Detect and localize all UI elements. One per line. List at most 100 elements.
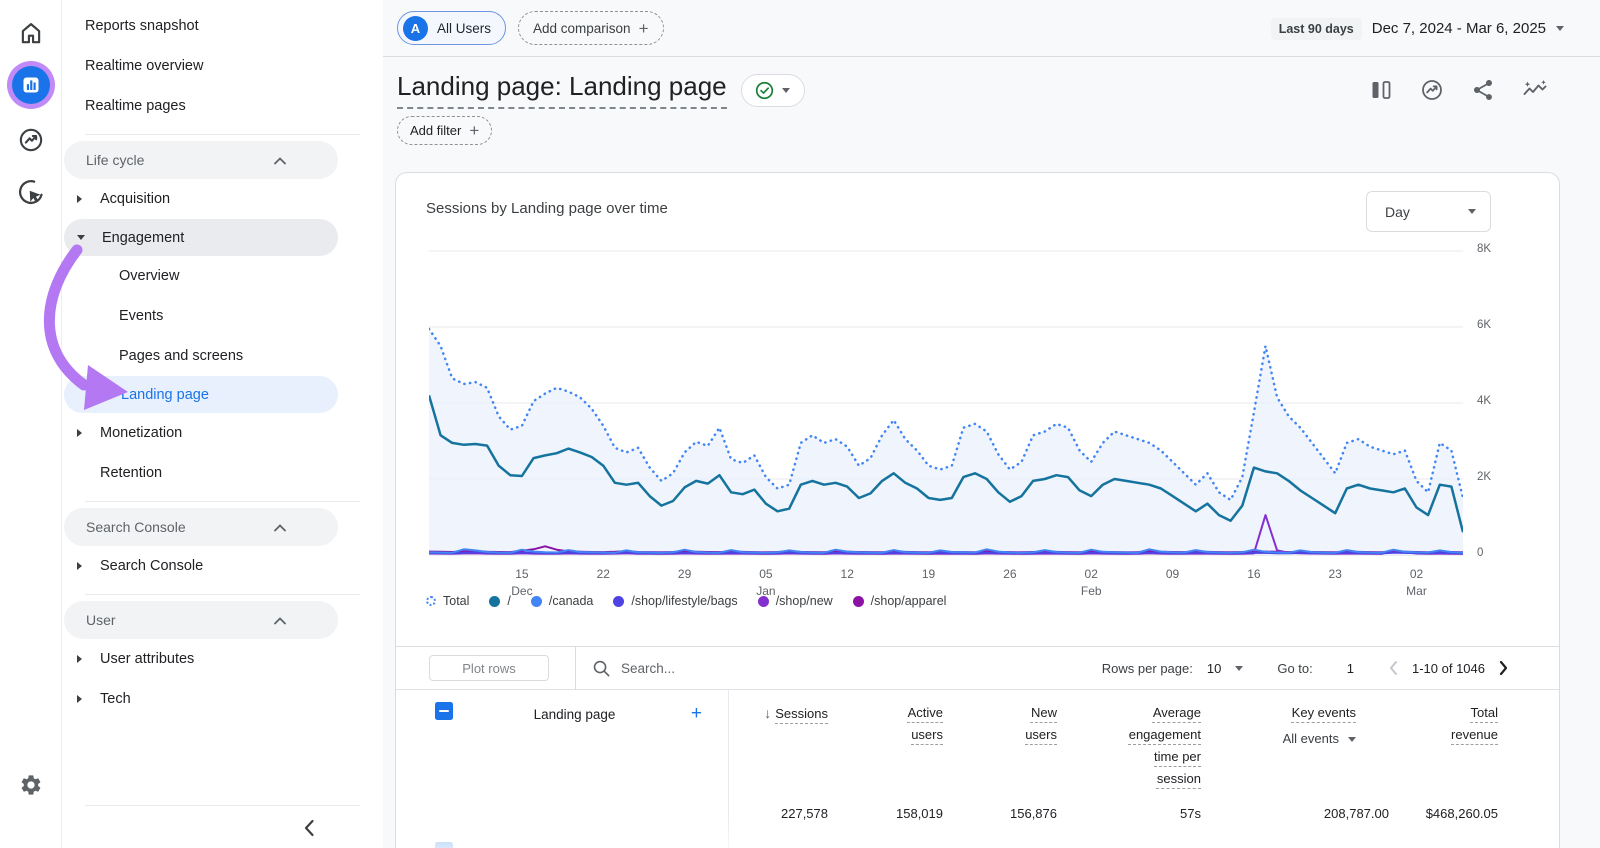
plus-icon: +	[469, 121, 480, 140]
legend-dotted-ring-icon	[426, 596, 436, 606]
report-card: Sessions by Landing page over time Day 0…	[395, 172, 1560, 848]
add-filter-button[interactable]: Add filter +	[397, 116, 493, 145]
legend-item[interactable]: /canada	[530, 594, 593, 608]
x-tick-label: 09	[1165, 567, 1180, 581]
legend-item[interactable]: /shop/apparel	[852, 594, 947, 608]
total-revenue-header[interactable]: Total revenue	[1389, 702, 1498, 746]
x-tick-label: 22	[596, 567, 610, 581]
legend-label: /shop/apparel	[870, 594, 947, 608]
legend-label: /shop/lifestyle/bags	[631, 594, 738, 608]
new-users-header[interactable]: New users	[943, 702, 1057, 746]
sidebar-item-monetization[interactable]: Monetization	[62, 413, 383, 453]
x-tick-label: 16	[1247, 567, 1261, 581]
sessions-header[interactable]: ↓ Sessions	[728, 702, 828, 726]
share-icon[interactable]	[1471, 78, 1495, 102]
sidebar-collapse-button[interactable]	[62, 808, 383, 848]
granularity-dropdown[interactable]: Day	[1366, 191, 1491, 232]
sidebar-item-user-attributes[interactable]: User attributes	[62, 639, 383, 679]
section-header-life-cycle[interactable]: Life cycle	[64, 141, 338, 179]
table-totals-row: 227,578 158,019 156,876 57s 208,787.00 $…	[429, 806, 1498, 830]
key-events-header[interactable]: Key events All events	[1201, 702, 1389, 750]
header-checkbox-cell	[429, 702, 491, 720]
y-tick-label: 2K	[1477, 471, 1492, 483]
chevron-up-icon	[274, 152, 286, 168]
ab-compare-icon[interactable]	[1369, 78, 1393, 102]
select-all-checkbox[interactable]	[435, 702, 453, 720]
next-page-icon[interactable]	[1499, 660, 1509, 676]
settings-gear-icon[interactable]	[0, 770, 62, 800]
check-circle-icon	[756, 81, 774, 99]
add-comparison-button[interactable]: Add comparison +	[518, 11, 664, 45]
row-checkbox[interactable]	[435, 842, 453, 848]
sessions-line-chart[interactable]	[427, 246, 1465, 558]
legend-item[interactable]: Total	[426, 594, 469, 608]
table-search	[592, 659, 921, 678]
x-tick-label: 26	[1003, 567, 1017, 581]
caret-right-icon	[77, 195, 82, 203]
goto-page-value[interactable]: 1	[1347, 661, 1354, 676]
sidebar-item-pages-and-screens[interactable]: Pages and screens	[62, 336, 383, 376]
active-users-header[interactable]: Active users	[828, 702, 943, 746]
caret-right-icon	[77, 695, 82, 703]
sparkline-insights-icon[interactable]	[1522, 78, 1548, 102]
insights-icon[interactable]	[1420, 78, 1444, 102]
rows-per-page-value[interactable]: 10	[1207, 661, 1221, 676]
divider	[85, 805, 360, 806]
avg-engagement-header[interactable]: Average engagement time per session	[1057, 702, 1201, 790]
chart-legend: Total / /canada/shop/lifestyle/bags/shop/n…	[426, 594, 946, 608]
chart-title: Sessions by Landing page over time	[426, 200, 668, 217]
sidebar-item-reports-snapshot[interactable]: Reports snapshot	[62, 6, 383, 46]
reports-sidebar: Reports snapshot Realtime overview Realt…	[62, 0, 383, 848]
plot-rows-button[interactable]: Plot rows	[429, 655, 549, 681]
explore-icon[interactable]	[0, 124, 62, 156]
reports-icon[interactable]	[0, 60, 62, 110]
plus-icon: +	[638, 18, 649, 38]
legend-dot-icon	[757, 595, 769, 607]
report-title-row: Landing page: Landing page	[397, 71, 805, 109]
sidebar-item-search-console[interactable]: Search Console	[62, 546, 383, 586]
sidebar-item-acquisition[interactable]: Acquisition	[62, 179, 383, 219]
key-events-filter[interactable]: All events	[1283, 728, 1356, 750]
sidebar-item-overview[interactable]: Overview	[62, 256, 383, 296]
caret-down-icon[interactable]	[1235, 665, 1244, 671]
y-tick-label: 6K	[1477, 319, 1492, 331]
totals-new-users: 156,876	[1010, 806, 1057, 821]
app-icon-rail	[0, 0, 62, 848]
search-input[interactable]	[621, 660, 921, 676]
sidebar-item-events[interactable]: Events	[62, 296, 383, 336]
table-row	[429, 842, 491, 848]
previous-page-icon[interactable]	[1388, 660, 1398, 676]
x-tick-label: 02 Mar	[1406, 567, 1427, 599]
caret-right-icon	[77, 655, 82, 663]
legend-dot-icon	[489, 595, 501, 607]
section-header-user[interactable]: User	[64, 601, 338, 639]
divider	[85, 134, 360, 135]
home-icon[interactable]	[0, 18, 62, 48]
x-tick-label: 12	[840, 567, 854, 581]
legend-item[interactable]: /	[489, 594, 511, 608]
y-tick-label: 8K	[1477, 243, 1492, 255]
advertising-icon[interactable]	[0, 175, 62, 209]
sidebar-item-realtime-pages[interactable]: Realtime pages	[62, 86, 383, 126]
sidebar-item-engagement[interactable]: Engagement	[64, 219, 338, 256]
sidebar-item-landing-page[interactable]: Landing page	[64, 376, 338, 413]
pagination-range: 1-10 of 1046	[1411, 660, 1485, 676]
comparison-bar: A All Users Add comparison + Last 90 day…	[383, 0, 1600, 57]
legend-item[interactable]: /shop/new	[757, 594, 833, 608]
pagination-controls: Rows per page: 10 Go to: 1 1-10 of 1046	[1102, 660, 1509, 676]
legend-dot-icon	[852, 595, 864, 607]
landing-page-header-cell[interactable]: Landing page +	[491, 702, 728, 726]
table-controls: Plot rows Rows per page: 10 Go to: 1 1-1…	[396, 646, 1559, 690]
add-dimension-icon[interactable]: +	[691, 703, 702, 725]
all-users-chip[interactable]: A All Users	[397, 11, 507, 45]
section-header-search-console[interactable]: Search Console	[64, 508, 338, 546]
x-tick-label: 23	[1328, 567, 1342, 581]
sidebar-item-realtime-overview[interactable]: Realtime overview	[62, 46, 383, 86]
legend-item[interactable]: /shop/lifestyle/bags	[613, 594, 738, 608]
totals-revenue: $468,260.05	[1425, 806, 1498, 821]
report-status-dropdown[interactable]	[740, 73, 805, 107]
main-content: A All Users Add comparison + Last 90 day…	[383, 0, 1600, 848]
sidebar-item-tech[interactable]: Tech	[62, 679, 383, 719]
date-range-picker[interactable]: Last 90 days Dec 7, 2024 - Mar 6, 2025	[1270, 0, 1564, 57]
sidebar-item-retention[interactable]: Retention	[62, 453, 383, 493]
